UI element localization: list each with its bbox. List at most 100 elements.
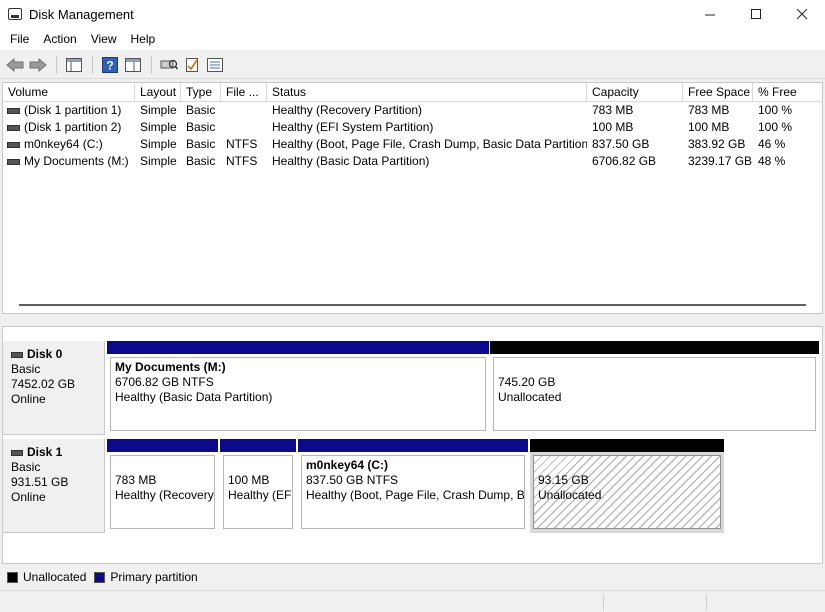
column-header-status[interactable]: Status [267,83,587,102]
disk-view: Disk 0 Basic 7452.02 GB Online My Docume… [2,326,823,564]
partition-status: Healthy (Recovery [115,488,214,502]
partition-size: 6706.82 GB NTFS [115,375,214,389]
disk-size: 7452.02 GB [11,377,76,391]
disk-row: Disk 0 Basic 7452.02 GB Online My Docume… [3,341,822,435]
rescan-button[interactable] [158,54,180,76]
cell-percent-free: 46 % [758,137,786,151]
checklist-button[interactable] [181,54,203,76]
status-bar-separator [706,594,707,610]
cell-file-system: NTFS [226,154,258,168]
settings-button[interactable] [204,54,226,76]
partition-unallocated-disk-1[interactable]: 93.15 GB Unallocated [530,439,724,533]
partition-c-drive[interactable]: m0nkey64 (C:) 837.50 GB NTFS Healthy (Bo… [298,439,528,533]
cell-capacity: 783 MB [592,103,634,117]
cell-layout: Simple [140,103,177,117]
help-button[interactable]: ? [99,54,121,76]
cell-volume: My Documents (M:) [3,153,135,170]
column-header-layout[interactable]: Layout [135,83,181,102]
volume-row[interactable]: My Documents (M:) Simple Basic NTFS Healthy … [3,153,822,170]
partition-status: Unallocated [538,488,602,502]
volume-row[interactable]: (Disk 1 partition 2) Simple Basic Healthy (… [3,119,822,136]
cell-percent-free: 100 % [758,120,793,134]
cell-volume: (Disk 1 partition 1) [3,102,135,119]
status-bar-separator [603,594,604,610]
cell-file-system [221,102,267,119]
legend-swatch-primary [94,571,106,583]
partition-recovery[interactable]: 783 MB Healthy (Recovery [107,439,218,533]
volume-icon [7,124,20,131]
cell-capacity: 6706.82 GB [592,154,657,168]
properties-button[interactable] [122,54,144,76]
close-icon [796,8,807,19]
cell-status: Healthy (Basic Data Partition) [272,154,430,168]
primary-partition-bar [220,439,296,452]
volume-icon [7,107,20,114]
partition-status: Unallocated [498,390,562,404]
column-header-capacity[interactable]: Capacity [587,83,683,102]
cell-file-system: NTFS [226,137,258,151]
primary-partition-bar [298,439,528,452]
column-header-file-system[interactable]: File ... [221,83,267,102]
partition-efi[interactable]: 100 MB Healthy (EFI [220,439,296,533]
console-tree-button[interactable] [63,54,85,76]
maximize-button[interactable] [733,0,779,28]
cell-status: Healthy (Recovery Partition) [272,103,423,117]
menu-action[interactable]: Action [36,28,83,50]
menu-view[interactable]: View [84,28,124,50]
horizontal-scrollbar[interactable] [19,304,806,306]
toolbar: ? [0,51,825,79]
volume-row[interactable]: (Disk 1 partition 1) Simple Basic Healthy (… [3,102,822,119]
menu-file[interactable]: File [3,28,36,50]
partition-unallocated-disk-0[interactable]: 745.20 GB Unallocated [490,341,819,435]
legend-item-primary: Primary partition [94,570,198,584]
cell-status: Healthy (Boot, Page File, Crash Dump, Ba… [272,137,587,151]
cell-free-space: 3239.17 GB [688,154,753,168]
cell-free-space: 383.92 GB [688,137,746,151]
close-button[interactable] [779,0,825,28]
partition-my-documents[interactable]: My Documents (M:) 6706.82 GB NTFS Health… [107,341,489,435]
unallocated-bar [490,341,819,354]
pane-splitter[interactable] [0,318,825,326]
disk-1-label[interactable]: Disk 1 Basic 931.51 GB Online [3,439,105,533]
cell-layout: Simple [140,154,177,168]
cell-capacity: 100 MB [592,120,634,134]
partition-size: 100 MB [228,473,270,487]
cell-free-space: 100 MB [688,120,730,134]
column-header-type[interactable]: Type [181,83,221,102]
volume-row[interactable]: m0nkey64 (C:) Simple Basic NTFS Healthy (Boo… [3,136,822,153]
disk-status: Online [11,392,46,406]
back-button[interactable] [4,54,26,76]
column-header-percent-free[interactable]: % Free [753,83,822,102]
disk-type: Basic [11,460,41,474]
minimize-button[interactable] [687,0,733,28]
cell-percent-free: 100 % [758,103,793,117]
disk-type: Basic [11,362,41,376]
disk-icon [11,351,23,358]
column-header-volume[interactable]: Volume [3,83,135,102]
partition-title: m0nkey64 (C:) [306,458,389,472]
cell-volume: (Disk 1 partition 2) [3,119,135,136]
svg-text:?: ? [106,58,113,72]
unallocated-bar [530,439,724,452]
forward-button[interactable] [27,54,49,76]
volume-name: (Disk 1 partition 2) [24,120,122,134]
toolbar-separator [56,55,57,74]
menu-help[interactable]: Help [124,28,163,50]
cell-layout: Simple [140,137,177,151]
volume-list: Volume Layout Type File ... Status Capac… [2,82,823,314]
disk-0-label[interactable]: Disk 0 Basic 7452.02 GB Online [3,341,105,435]
disk-size: 931.51 GB [11,475,69,489]
primary-partition-bar [107,439,218,452]
settings-icon [207,57,223,72]
disk-name: Disk 0 [27,347,63,361]
partition-status: Healthy (Basic Data Partition) [115,390,273,404]
cell-type: Basic [186,154,216,168]
cell-percent-free: 48 % [758,154,786,168]
toolbar-separator [151,55,152,74]
volume-rows: (Disk 1 partition 1) Simple Basic Healthy (… [3,102,822,170]
status-bar [0,590,825,612]
column-header-free-space[interactable]: Free Space [683,83,753,102]
cell-type: Basic [186,120,216,134]
menu-bar: File Action View Help [0,28,825,50]
disk-icon [11,449,23,456]
